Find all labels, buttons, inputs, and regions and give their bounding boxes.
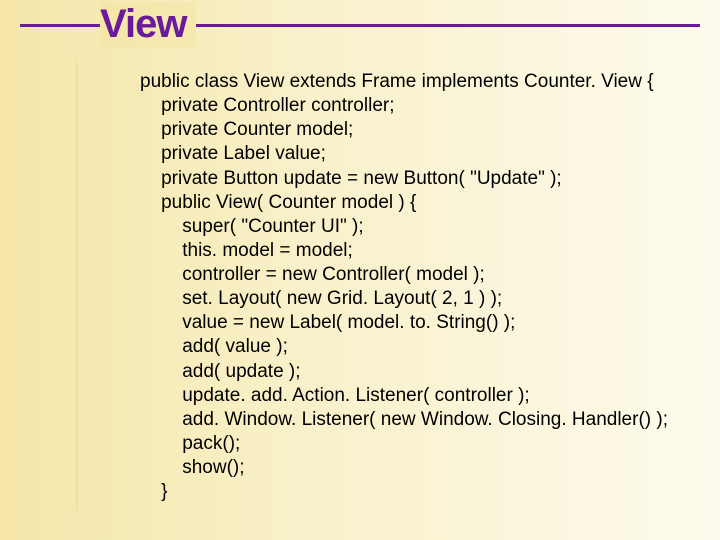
code-block: public class View extends Frame implemen… (140, 70, 690, 504)
slide-content: public class View extends Frame implemen… (60, 70, 690, 504)
slide-title: View (100, 2, 196, 47)
slide-title-area: View (20, 2, 700, 47)
